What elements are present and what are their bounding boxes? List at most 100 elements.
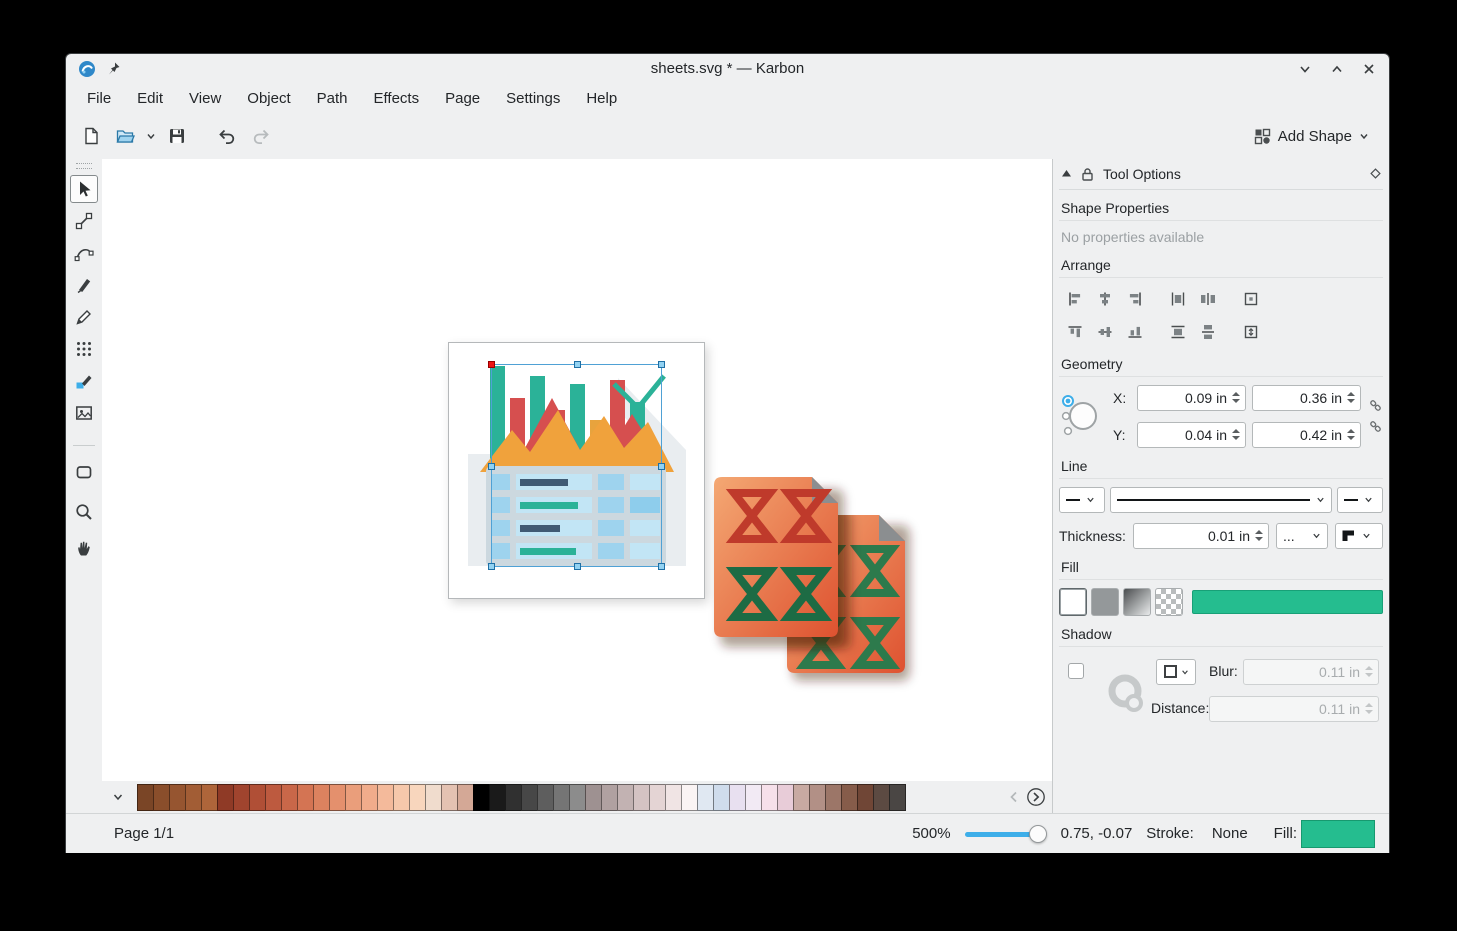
fill-none-button[interactable] [1059, 588, 1087, 616]
line-end-marker-combo[interactable] [1337, 487, 1383, 513]
palette-swatch[interactable] [409, 784, 426, 811]
selection-handle-bottom-right[interactable] [658, 563, 665, 570]
pencil-tool[interactable] [70, 303, 98, 331]
selection-handle-top-right[interactable] [658, 361, 665, 368]
shadow-enable-checkbox[interactable] [1068, 663, 1084, 679]
palette-swatch[interactable] [617, 784, 634, 811]
y-spin-arrows[interactable] [1232, 429, 1240, 440]
open-document-button[interactable] [110, 121, 140, 151]
spacing-horizontal-button[interactable] [1237, 286, 1264, 313]
palette-swatch[interactable] [681, 784, 698, 811]
shadow-color-combo[interactable] [1156, 659, 1196, 685]
palette-swatch[interactable] [841, 784, 858, 811]
palette-swatch[interactable] [153, 784, 170, 811]
save-button[interactable] [162, 121, 192, 151]
palette-menu-button[interactable] [107, 785, 129, 809]
selection-handle-top-left[interactable] [488, 361, 495, 368]
palette-swatch[interactable] [601, 784, 618, 811]
stencil-tool[interactable] [70, 399, 98, 427]
align-bottom-button[interactable] [1121, 319, 1148, 346]
line-style-combo[interactable] [1110, 487, 1332, 513]
zoom-level[interactable]: 500% [912, 825, 950, 842]
palette-swatch[interactable] [137, 784, 154, 811]
thickness-spinbox[interactable]: 0.01 in [1133, 523, 1269, 549]
distribute-left-button[interactable] [1164, 286, 1191, 313]
palette-scroll-right-button[interactable] [1025, 785, 1047, 809]
palette-swatch[interactable] [889, 784, 906, 811]
palette-swatch[interactable] [233, 784, 250, 811]
palette-swatch[interactable] [745, 784, 762, 811]
float-docker-icon[interactable] [1370, 168, 1381, 179]
palette-swatch[interactable] [521, 784, 538, 811]
palette-swatch[interactable] [825, 784, 842, 811]
palette-swatch[interactable] [505, 784, 522, 811]
menu-effects[interactable]: Effects [361, 87, 433, 110]
palette-swatch[interactable] [809, 784, 826, 811]
menu-path[interactable]: Path [304, 87, 361, 110]
palette-swatch[interactable] [457, 784, 474, 811]
close-button[interactable] [1361, 61, 1377, 77]
new-document-button[interactable] [76, 121, 106, 151]
align-top-button[interactable] [1061, 319, 1088, 346]
palette-swatch[interactable] [793, 784, 810, 811]
zoom-slider[interactable] [965, 824, 1047, 844]
menu-help[interactable]: Help [573, 87, 630, 110]
sheets-icon-artwork[interactable] [700, 467, 1020, 781]
height-spinbox[interactable]: 0.42 in [1252, 422, 1361, 448]
select-tool[interactable] [70, 175, 98, 203]
palette-swatch[interactable] [297, 784, 314, 811]
position-anchor-widget[interactable] [1059, 392, 1107, 440]
palette-swatch[interactable] [713, 784, 730, 811]
fill-color-swatch[interactable] [1301, 820, 1375, 848]
line-start-marker-combo[interactable] [1059, 487, 1105, 513]
palette-swatch[interactable] [249, 784, 266, 811]
menu-edit[interactable]: Edit [124, 87, 176, 110]
selection-handle-bottom-center[interactable] [574, 563, 581, 570]
pattern-tool[interactable] [70, 335, 98, 363]
selection-handle-top-center[interactable] [574, 361, 581, 368]
menu-settings[interactable]: Settings [493, 87, 573, 110]
shade-button[interactable] [1297, 61, 1313, 77]
palette-swatch[interactable] [217, 784, 234, 811]
edit-shapes-tool[interactable] [70, 207, 98, 235]
collapse-icon[interactable] [1061, 168, 1072, 179]
align-left-button[interactable] [1061, 286, 1088, 313]
canvas[interactable] [102, 159, 1052, 781]
calligraphy-tool[interactable] [70, 271, 98, 299]
width-spinbox[interactable]: 0.36 in [1252, 385, 1361, 411]
open-recent-chevron[interactable] [144, 121, 158, 151]
gradient-tool[interactable] [70, 367, 98, 395]
palette-swatch[interactable] [697, 784, 714, 811]
selection-handle-middle-right[interactable] [658, 463, 665, 470]
palette-swatch[interactable] [425, 784, 442, 811]
miter-limit-combo[interactable]: ... [1276, 523, 1328, 549]
palette-swatch[interactable] [649, 784, 666, 811]
palette-swatch[interactable] [873, 784, 890, 811]
titlebar[interactable]: sheets.svg * — Karbon [66, 54, 1389, 84]
palette-swatch[interactable] [473, 784, 490, 811]
pin-icon[interactable] [106, 61, 121, 76]
selection-handle-bottom-left[interactable] [488, 563, 495, 570]
selection-handle-middle-left[interactable] [488, 463, 495, 470]
palette-swatch[interactable] [281, 784, 298, 811]
add-shape-button[interactable]: Add Shape [1244, 124, 1379, 149]
spacing-vertical-button[interactable] [1237, 319, 1264, 346]
x-spinbox[interactable]: 0.09 in [1137, 385, 1246, 411]
fill-gradient-button[interactable] [1123, 588, 1151, 616]
palette-swatch[interactable] [585, 784, 602, 811]
toolbox-grip[interactable] [76, 163, 92, 169]
palette-swatch[interactable] [345, 784, 362, 811]
palette-swatch[interactable] [329, 784, 346, 811]
menu-object[interactable]: Object [234, 87, 303, 110]
y-spinbox[interactable]: 0.04 in [1137, 422, 1246, 448]
pen-tool[interactable] [70, 239, 98, 267]
palette-swatch[interactable] [313, 784, 330, 811]
cap-join-combo[interactable] [1335, 523, 1383, 549]
fill-color-bar[interactable] [1192, 590, 1383, 614]
menu-file[interactable]: File [74, 87, 124, 110]
align-right-button[interactable] [1121, 286, 1148, 313]
link-width-icon[interactable] [1369, 399, 1382, 412]
palette-swatch[interactable] [377, 784, 394, 811]
x-spin-arrows[interactable] [1232, 392, 1240, 403]
pan-tool[interactable] [70, 534, 98, 562]
